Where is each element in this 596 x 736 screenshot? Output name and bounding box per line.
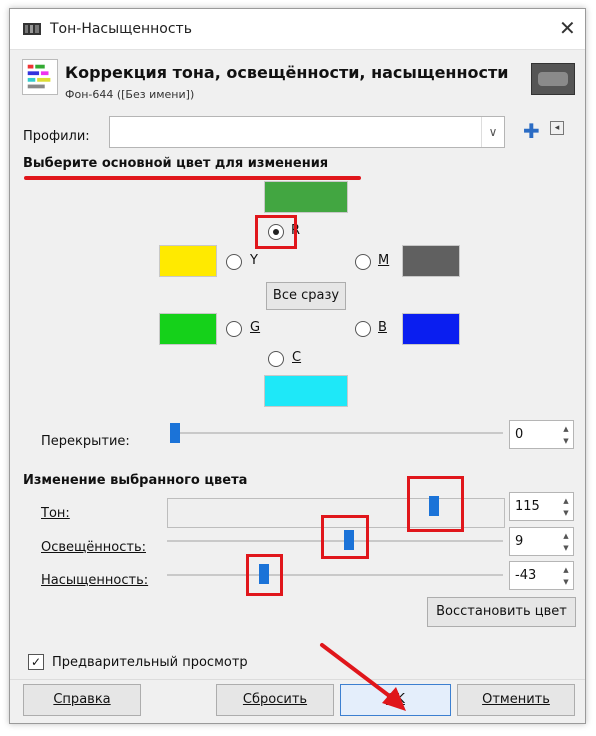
- cancel-button[interactable]: Отменить: [457, 684, 575, 716]
- spin-up-icon[interactable]: ▲: [561, 532, 571, 540]
- spin-up-icon[interactable]: ▲: [561, 566, 571, 574]
- overlap-spinbox[interactable]: 0 ▲ ▼: [509, 420, 574, 449]
- annotation-box-hue: [407, 476, 464, 532]
- footer-divider: [10, 679, 585, 680]
- radio-y[interactable]: [226, 254, 242, 270]
- swatch-magenta[interactable]: [402, 245, 460, 277]
- dialog-heading: Коррекция тона, освещённости, насыщеннос…: [65, 63, 509, 82]
- annotation-box-r: [255, 215, 297, 249]
- saturation-label: Насыщенность:: [41, 573, 149, 588]
- add-preset-icon[interactable]: ✚: [523, 121, 540, 141]
- radio-b-label: B: [378, 320, 387, 335]
- hue-saturation-dialog: Тон-Насыщенность ✕ Коррекция тона, освещ…: [9, 8, 586, 724]
- saturation-value: -43: [515, 568, 537, 583]
- radio-b[interactable]: [355, 321, 371, 337]
- swatch-blue[interactable]: [402, 313, 460, 345]
- radio-m[interactable]: [355, 254, 371, 270]
- radio-g[interactable]: [226, 321, 242, 337]
- spin-down-icon[interactable]: ▼: [561, 544, 571, 552]
- lightness-spinbox[interactable]: 9 ▲ ▼: [509, 527, 574, 556]
- profiles-label: Профили:: [23, 129, 90, 144]
- lightness-value: 9: [515, 534, 524, 549]
- annotation-box-saturation: [246, 554, 283, 596]
- reset-button[interactable]: Сбросить: [216, 684, 334, 716]
- chevron-down-icon[interactable]: ∨: [481, 117, 504, 147]
- preset-menu-icon[interactable]: ◂: [550, 121, 564, 135]
- swatch-red[interactable]: [264, 181, 348, 213]
- radio-m-label: M: [378, 253, 390, 268]
- spin-up-icon[interactable]: ▲: [561, 425, 571, 433]
- preview-checkbox[interactable]: ✓: [28, 654, 44, 670]
- spin-down-icon[interactable]: ▼: [561, 437, 571, 445]
- hue-label: Тон:: [41, 506, 70, 521]
- all-colors-button[interactable]: Все сразу: [266, 282, 346, 310]
- annotation-arrow-icon: [320, 643, 406, 711]
- preview-label: Предварительный просмотр: [52, 655, 248, 670]
- overlap-slider-track[interactable]: [173, 432, 503, 434]
- image-name: Фон-644 ([Без имени]): [65, 88, 195, 101]
- primary-color-section-title: Выберите основной цвет для изменения: [23, 156, 329, 171]
- saturation-slider-track[interactable]: [167, 574, 503, 576]
- radio-c[interactable]: [268, 351, 284, 367]
- lightness-label: Освещённость:: [41, 540, 146, 555]
- radio-y-label: Y: [250, 253, 258, 268]
- adjust-section-title: Изменение выбранного цвета: [23, 473, 248, 488]
- overlap-label: Перекрытие:: [41, 434, 130, 449]
- help-button[interactable]: Справка: [23, 684, 141, 716]
- saturation-spinbox[interactable]: -43 ▲ ▼: [509, 561, 574, 590]
- swatch-yellow[interactable]: [159, 245, 217, 277]
- swatch-green[interactable]: [159, 313, 217, 345]
- swatch-cyan[interactable]: [264, 375, 348, 407]
- hue-saturation-tool-icon: [22, 59, 58, 95]
- title-bar: Тон-Насыщенность ✕: [10, 9, 585, 50]
- hue-value: 115: [515, 499, 540, 514]
- spin-down-icon[interactable]: ▼: [561, 578, 571, 586]
- overlap-value: 0: [515, 427, 524, 442]
- window-title: Тон-Насыщенность: [50, 21, 192, 37]
- radio-c-label: C: [292, 350, 302, 365]
- image-thumbnail: [531, 63, 575, 95]
- close-icon[interactable]: ✕: [559, 18, 576, 38]
- hue-spinbox[interactable]: 115 ▲ ▼: [509, 492, 574, 521]
- spin-up-icon[interactable]: ▲: [561, 497, 571, 505]
- overlap-slider-handle[interactable]: [170, 423, 180, 443]
- radio-g-label: G: [250, 320, 261, 335]
- spin-down-icon[interactable]: ▼: [561, 509, 571, 517]
- gimp-app-icon: [23, 23, 41, 35]
- profiles-combobox[interactable]: ∨: [109, 116, 505, 148]
- annotation-box-lightness: [321, 515, 369, 559]
- reset-color-button[interactable]: Восстановить цвет: [427, 597, 576, 627]
- annotation-underline: [24, 176, 361, 180]
